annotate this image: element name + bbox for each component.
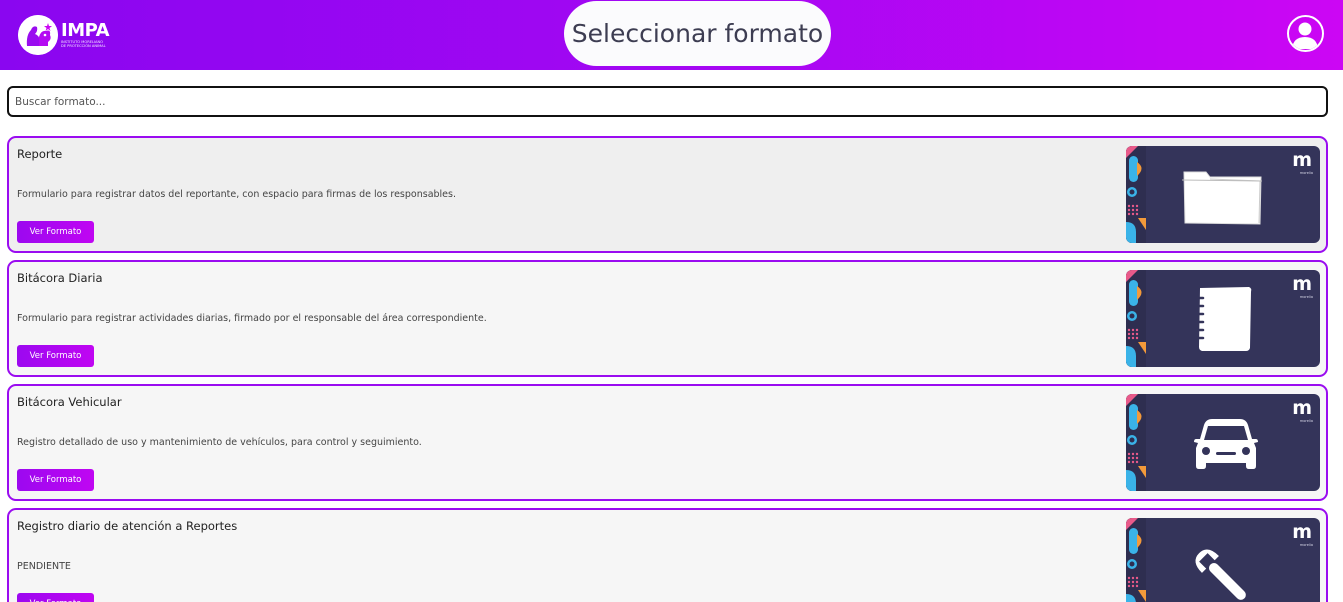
- format-thumbnail[interactable]: m morelia: [1126, 270, 1320, 367]
- brand-subtext: morelia: [1299, 419, 1313, 423]
- decorative-strip-icon: [1126, 146, 1146, 243]
- ver-formato-button[interactable]: Ver Formato: [17, 469, 94, 491]
- format-title: Reporte: [17, 147, 63, 161]
- format-card-bitacora-vehicular: Bitácora Vehicular Registro detallado de…: [7, 384, 1328, 501]
- brand-subtext: morelia: [1299, 171, 1313, 175]
- page-title: Seleccionar formato: [564, 1, 831, 66]
- format-title: Bitácora Diaria: [17, 271, 103, 285]
- format-card-reporte: Reporte Formulario para registrar datos …: [7, 136, 1328, 253]
- impa-logo[interactable]: IMPA INSTITUTO MORELIANO DE PROTECCIÓN A…: [18, 13, 118, 57]
- brand-logo: m: [1292, 149, 1312, 171]
- car-icon: [1194, 419, 1258, 469]
- format-description: Formulario para registrar actividades di…: [17, 313, 487, 324]
- logo-text: IMPA: [61, 19, 110, 41]
- format-thumbnail[interactable]: m morelia: [1126, 394, 1320, 491]
- decorative-strip-icon: [1126, 270, 1146, 367]
- format-description: PENDIENTE: [17, 561, 71, 572]
- wrench-icon: [1195, 549, 1246, 600]
- format-card-registro-diario: Registro diario de atención a Reportes P…: [7, 508, 1328, 602]
- format-thumbnail[interactable]: m morelia: [1126, 518, 1320, 602]
- ver-formato-button[interactable]: Ver Formato: [17, 593, 94, 602]
- folder-icon: [1181, 171, 1263, 225]
- user-avatar-icon[interactable]: [1287, 15, 1324, 52]
- format-card-bitacora-diaria: Bitácora Diaria Formulario para registra…: [7, 260, 1328, 377]
- format-thumbnail[interactable]: m morelia: [1126, 146, 1320, 243]
- notebook-icon: [1193, 287, 1252, 351]
- format-title: Registro diario de atención a Reportes: [17, 519, 238, 533]
- ver-formato-button[interactable]: Ver Formato: [17, 345, 94, 367]
- logo-subtext: INSTITUTO MORELIANO DE PROTECCIÓN ANIMAL: [61, 39, 106, 49]
- top-header: IMPA INSTITUTO MORELIANO DE PROTECCIÓN A…: [0, 0, 1343, 70]
- animal-logo-icon: [18, 15, 58, 55]
- format-description: Formulario para registrar datos del repo…: [17, 189, 456, 200]
- ver-formato-button[interactable]: Ver Formato: [17, 221, 94, 243]
- search-input[interactable]: [7, 86, 1328, 117]
- brand-subtext: morelia: [1299, 543, 1313, 547]
- brand-logo: m: [1292, 521, 1312, 543]
- format-description: Registro detallado de uso y mantenimient…: [17, 437, 422, 448]
- decorative-strip-icon: [1126, 518, 1146, 602]
- brand-subtext: morelia: [1299, 295, 1313, 299]
- brand-logo: m: [1292, 397, 1312, 419]
- decorative-strip-icon: [1126, 394, 1146, 491]
- brand-logo: m: [1292, 273, 1312, 295]
- format-title: Bitácora Vehicular: [17, 395, 122, 409]
